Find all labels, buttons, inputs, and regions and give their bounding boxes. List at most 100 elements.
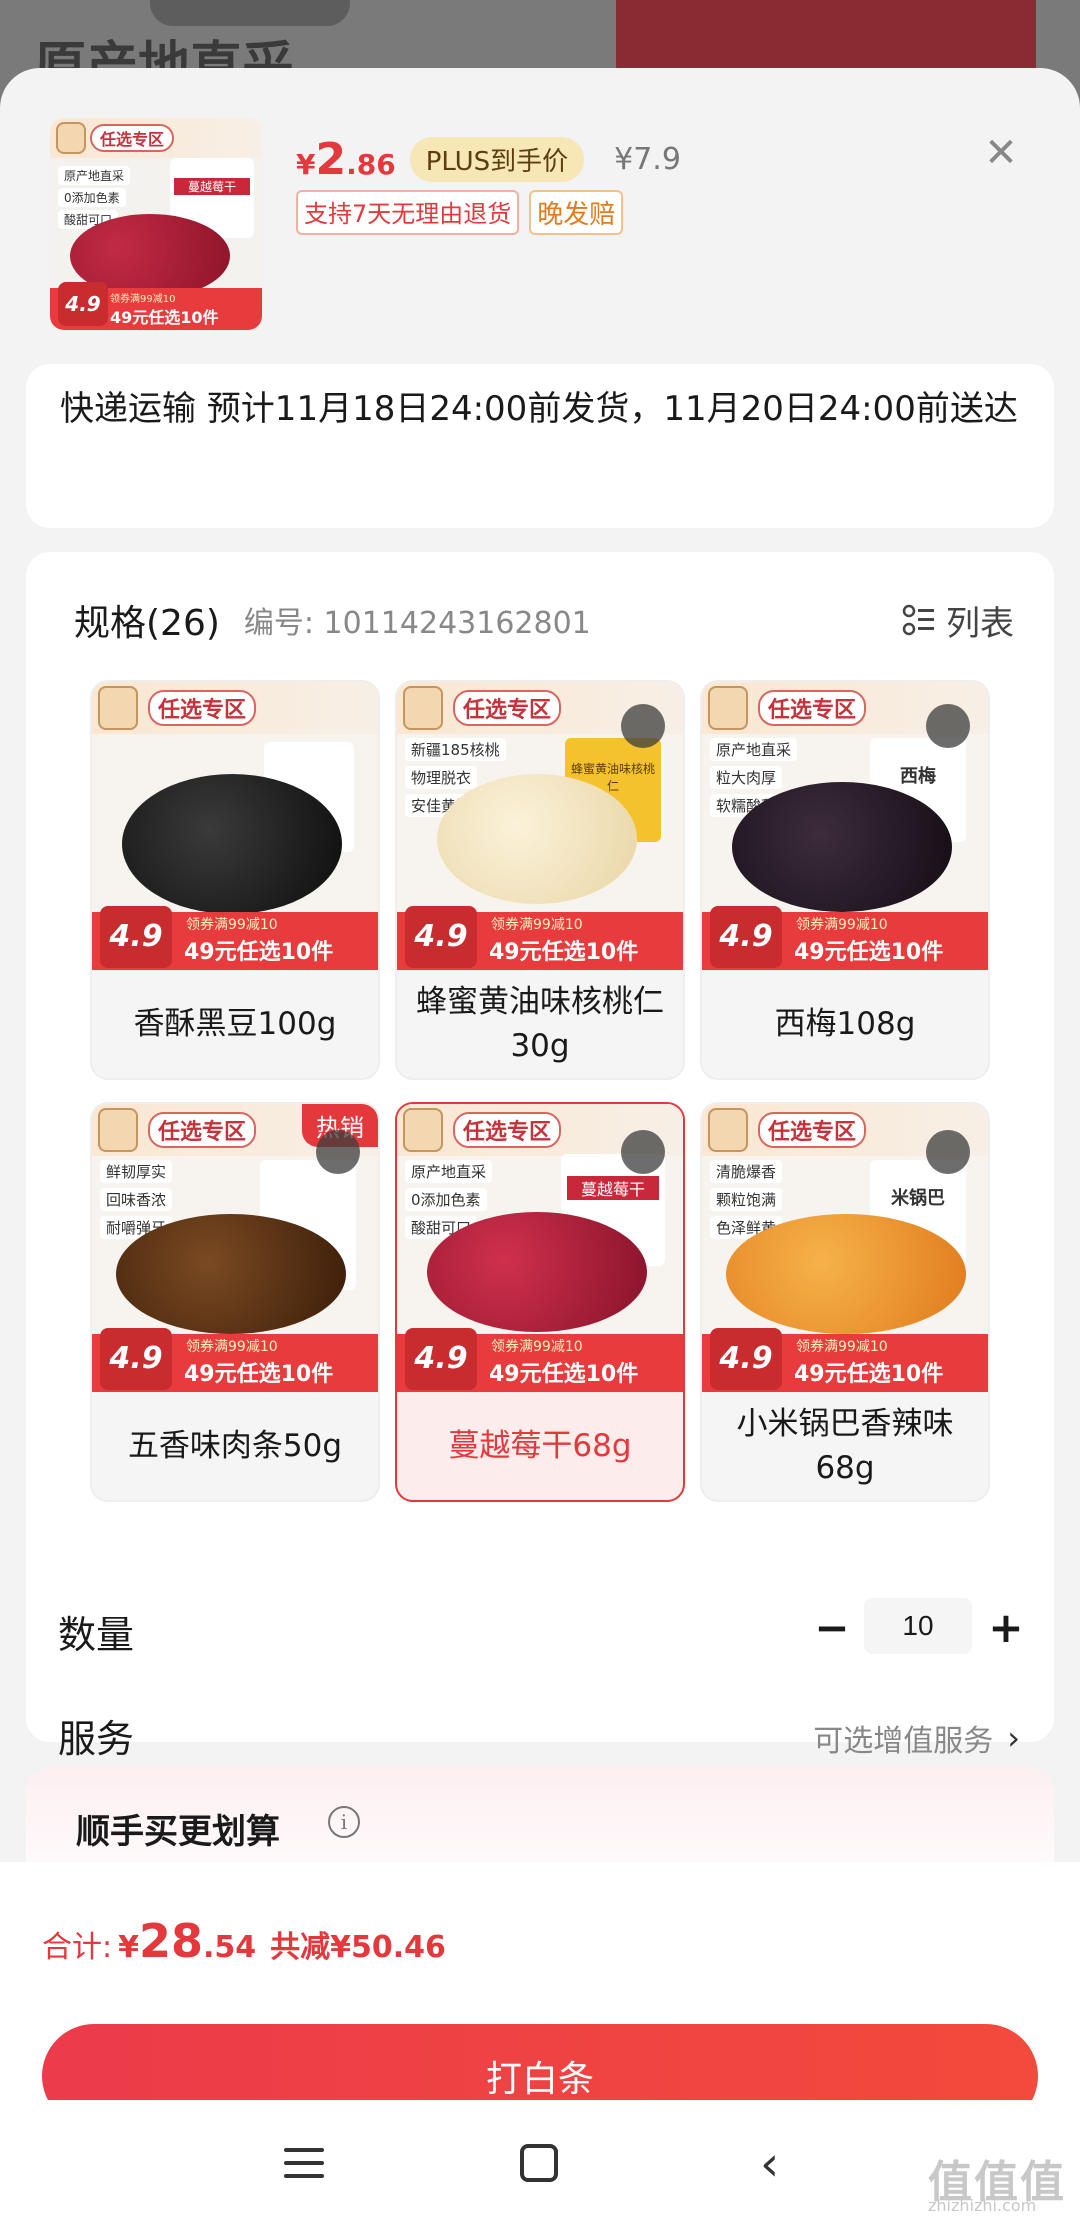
zone-badge: 任选专区 (758, 1112, 867, 1148)
feature-label: 原产地直采 (405, 1160, 493, 1183)
beef-strips-pile (116, 1214, 346, 1334)
feature-label: 鲜韧厚实 (100, 1160, 173, 1183)
expand-icon[interactable] (926, 1130, 970, 1174)
product-header: 任选专区 原产地直采 0添加色素 酸甜可口 蔓越莓干 4.9 领券满99减10 … (0, 68, 1080, 368)
walnut-pile (437, 774, 637, 904)
promo-coupon: 领券满99减10 (186, 1339, 278, 1355)
total-label: 合计: (42, 1930, 113, 1965)
feature-label: 0添加色素 (58, 188, 126, 207)
promo-price: 4.9 (405, 906, 477, 968)
system-nav-bar: ‹ (0, 2100, 1080, 2232)
spec-option-label: 蜂蜜黄油味核桃仁30g (416, 984, 664, 1064)
spec-option-label: 西梅108g (774, 1006, 916, 1042)
spec-title: 规格(26) (74, 603, 220, 644)
package-label: 蔓越莓干 (174, 178, 250, 195)
spec-option-label: 五香味肉条50g (127, 1428, 343, 1464)
total-decimal: .54 (203, 1930, 257, 1965)
product-image: 任选专区 4.9 领券满99减10 49元任选10件 (92, 682, 378, 970)
brand-logo (403, 686, 443, 730)
value-added-service-link[interactable]: 可选增值服务 › (813, 1716, 1020, 1760)
price-decimal: .86 (346, 147, 396, 181)
product-thumbnail[interactable]: 任选专区 原产地直采 0添加色素 酸甜可口 蔓越莓干 4.9 领券满99减10 … (50, 118, 262, 330)
total-currency: ¥ (118, 1930, 139, 1965)
feature-label: 粒大肉厚 (710, 766, 783, 789)
spec-card: 规格(26) 编号: 10114243162801 列表 任选专区 4.9 领券… (26, 552, 1054, 1761)
spec-option-label: 香酥黑豆100g (133, 1006, 337, 1042)
delivery-card: 快递运输 预计11月18日24:00前发货，11月20日24:00前送达 (26, 364, 1054, 528)
spec-option-label: 蔓越莓干68g (448, 1428, 632, 1464)
quantity-label: 数量 (58, 1613, 135, 1657)
spec-grid: 任选专区 4.9 领券满99减10 49元任选10件 香酥黑豆100g 任选专区 新… (90, 680, 1030, 1502)
promo-coupon: 领券满99减10 (186, 917, 278, 933)
promo-coupon: 领券满99减10 (491, 917, 583, 933)
promo-slogan: 49元任选10件 (794, 1362, 944, 1387)
feature-label: 清脆爆香 (710, 1160, 783, 1183)
promo-coupon: 领券满99减10 (796, 1339, 888, 1355)
close-icon[interactable]: ✕ (978, 130, 1024, 176)
spec-header: 规格(26) 编号: 10114243162801 列表 (74, 592, 1014, 648)
expand-icon[interactable] (621, 1130, 665, 1174)
expand-icon[interactable] (316, 1130, 360, 1174)
promo-coupon: 领券满99减10 (110, 294, 176, 305)
list-toggle-label: 列表 (946, 603, 1014, 644)
zone-badge: 任选专区 (453, 1112, 562, 1148)
spec-option-black-beans[interactable]: 任选专区 4.9 领券满99减10 49元任选10件 香酥黑豆100g (90, 680, 380, 1080)
total-summary: 合计: ¥ 28 .54 共减¥50.46 (42, 1914, 446, 1968)
menu-icon[interactable] (284, 2148, 324, 2178)
price-row: ¥2.86 PLUS到手价 ¥7.9 (296, 134, 681, 185)
zone-badge: 任选专区 (758, 690, 867, 726)
zone-badge: 任选专区 (453, 690, 562, 726)
feature-label: 原产地直采 (58, 166, 131, 185)
spec-option-prune[interactable]: 任选专区 原产地直采 粒大肉厚 软糯酸甜 西梅 4.9 领券满99减10 49元任选… (700, 680, 990, 1080)
feature-label: 物理脱衣 (405, 766, 478, 789)
promo-slogan: 49元任选10件 (110, 308, 219, 327)
feature-label: 回味香浓 (100, 1188, 173, 1211)
brand-logo (98, 686, 138, 730)
promo-price: 4.9 (100, 906, 172, 968)
promo-slogan: 49元任选10件 (184, 1362, 334, 1387)
late-delivery-tag: 晚发赔 (529, 190, 624, 235)
package-label: 西梅 (900, 766, 936, 787)
home-icon[interactable] (520, 2144, 558, 2182)
brand-logo (708, 686, 748, 730)
feature-label: 0添加色素 (405, 1188, 487, 1211)
spec-option-beef-strips[interactable]: 任选专区 鲜韧厚实 回味香浓 耐嚼弹牙 4.9 领券满99减10 49元任选10件 … (90, 1102, 380, 1502)
promo-slogan: 49元任选10件 (794, 940, 944, 965)
spec-option-cranberry[interactable]: 任选专区 原产地直采 0添加色素 酸甜可口 蔓越莓干 4.9 领券满99减10 49… (395, 1102, 685, 1502)
chevron-right-icon: › (1007, 1719, 1020, 1757)
spec-option-walnut[interactable]: 任选专区 新疆185核桃 物理脱衣 安佳黄油 蜂蜜黄油味核桃仁 4.9 领券满99… (395, 680, 685, 1080)
current-price: ¥2.86 (296, 134, 396, 185)
promo-coupon: 领券满99减10 (796, 917, 888, 933)
zone-badge: 任选专区 (90, 124, 175, 152)
original-price: ¥7.9 (614, 141, 681, 177)
promo-price: 4.9 (58, 282, 108, 326)
spec-option-rice-crust[interactable]: 任选专区 清脆爆香 颗粒饱满 色泽鲜黄 米锅巴 4.9 领券满99减10 49元任选… (700, 1102, 990, 1502)
feature-label: 颗粒饱满 (710, 1188, 783, 1211)
expand-icon[interactable] (926, 704, 970, 748)
quantity-input[interactable] (864, 1598, 972, 1654)
promo-slogan: 49元任选10件 (489, 940, 639, 965)
promo-slogan: 49元任选10件 (489, 1362, 639, 1387)
info-icon[interactable]: i (328, 1806, 360, 1838)
rice-crust-pile (726, 1214, 966, 1334)
promo-price: 4.9 (405, 1328, 477, 1390)
promo-price: 4.9 (710, 906, 782, 968)
list-view-toggle[interactable]: 列表 (902, 596, 1014, 645)
brand-logo (403, 1108, 443, 1152)
back-icon[interactable]: ‹ (760, 2136, 779, 2192)
cranberry-pile (427, 1212, 647, 1332)
price-symbol: ¥ (296, 147, 316, 181)
item-code: 编号: 10114243162801 (243, 606, 591, 641)
list-icon (902, 604, 934, 636)
service-hint-text: 可选增值服务 (813, 1724, 994, 1759)
promo-coupon: 领券满99减10 (491, 1339, 583, 1355)
quantity-increase-button[interactable]: + (986, 1607, 1026, 1650)
promo-price: 4.9 (710, 1328, 782, 1390)
feature-label: 原产地直采 (710, 738, 798, 761)
expand-icon[interactable] (621, 704, 665, 748)
promo-slogan: 49元任选10件 (184, 940, 334, 965)
service-label: 服务 (58, 1717, 135, 1761)
quantity-decrease-button[interactable]: − (812, 1607, 852, 1650)
total-integer: 28 (138, 1914, 203, 1968)
brand-logo (56, 122, 86, 154)
